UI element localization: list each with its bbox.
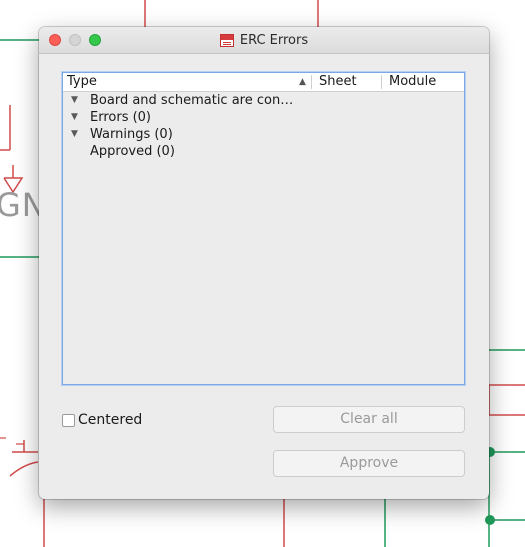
clear-all-button[interactable]: Clear all <box>273 406 465 433</box>
disclosure-triangle-icon[interactable]: ▼ <box>71 109 78 126</box>
tree-row-approved[interactable]: Approved (0) <box>63 143 464 160</box>
column-header-type[interactable]: Type <box>67 73 311 91</box>
centered-label: Centered <box>78 412 143 428</box>
centered-checkbox[interactable] <box>62 413 75 427</box>
column-divider[interactable] <box>311 75 312 89</box>
window-title: ERC Errors <box>239 32 309 48</box>
tree-header: Type ▲ Sheet Module <box>63 73 464 92</box>
tree-row-label: Errors (0) <box>90 110 152 125</box>
window-title-group: ERC Errors <box>39 27 489 53</box>
sort-ascending-icon[interactable]: ▲ <box>299 73 306 91</box>
title-bar[interactable]: ERC Errors <box>39 27 489 54</box>
column-header-sheet[interactable]: Sheet <box>319 73 357 91</box>
kicad-schematic-icon <box>219 33 234 47</box>
disclosure-triangle-icon[interactable]: ▼ <box>71 126 78 143</box>
tree-row-errors[interactable]: ▼ Errors (0) <box>63 109 464 126</box>
column-header-module[interactable]: Module <box>389 73 436 91</box>
approve-button[interactable]: Approve <box>273 450 465 477</box>
tree-row-label: Board and schematic are con… <box>90 93 294 108</box>
column-divider[interactable] <box>381 75 382 89</box>
centered-option[interactable]: Centered <box>62 412 142 428</box>
erc-errors-dialog: ERC Errors Type ▲ Sheet Module ▼ Board a… <box>39 27 489 499</box>
tree-row-board-schematic[interactable]: ▼ Board and schematic are con… <box>63 92 464 109</box>
tree-row-label: Approved (0) <box>90 144 175 159</box>
disclosure-triangle-icon[interactable]: ▼ <box>71 92 78 109</box>
junction-dot <box>485 515 495 525</box>
tree-row-warnings[interactable]: ▼ Warnings (0) <box>63 126 464 143</box>
tree-row-label: Warnings (0) <box>90 127 173 142</box>
capacitor-plate <box>9 461 39 477</box>
erc-error-tree[interactable]: Type ▲ Sheet Module ▼ Board and schemati… <box>62 72 465 385</box>
